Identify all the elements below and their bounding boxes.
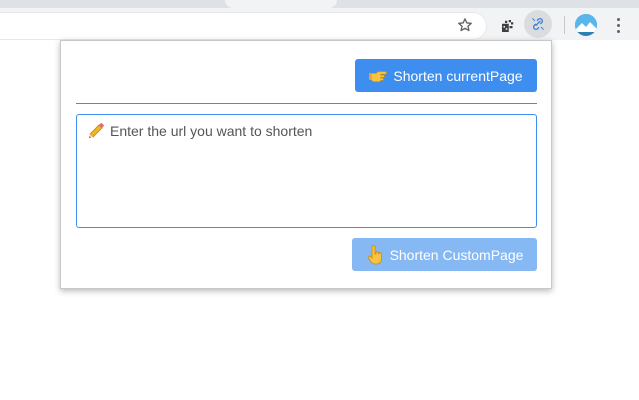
active-tab[interactable] xyxy=(225,0,337,8)
url-input-placeholder: Enter the url you want to shorten xyxy=(110,123,313,139)
extension-popup: Shorten currentPage Enter the url you wa… xyxy=(60,40,552,289)
section-divider xyxy=(76,103,537,104)
shorten-custom-page-button[interactable]: Shorten CustomPage xyxy=(352,238,537,271)
star-icon[interactable] xyxy=(455,15,475,35)
toolbar-divider xyxy=(564,16,565,34)
shorten-custom-page-label: Shorten CustomPage xyxy=(389,246,524,263)
shorten-current-page-button[interactable]: Shorten currentPage xyxy=(355,59,537,92)
pointing-up-hand-icon xyxy=(366,244,384,264)
shorten-current-page-label: Shorten currentPage xyxy=(393,67,523,84)
tab-strip xyxy=(0,0,639,8)
extension-puzzle-icon[interactable] xyxy=(496,14,520,38)
browser-toolbar xyxy=(0,0,639,40)
address-bar[interactable] xyxy=(0,12,487,40)
more-menu-icon[interactable] xyxy=(610,14,626,36)
link-shortener-icon[interactable] xyxy=(524,10,552,38)
pencil-icon xyxy=(87,122,105,140)
pointing-right-hand-icon xyxy=(369,67,388,85)
url-input[interactable]: Enter the url you want to shorten xyxy=(76,114,537,228)
profile-avatar[interactable] xyxy=(575,14,597,36)
